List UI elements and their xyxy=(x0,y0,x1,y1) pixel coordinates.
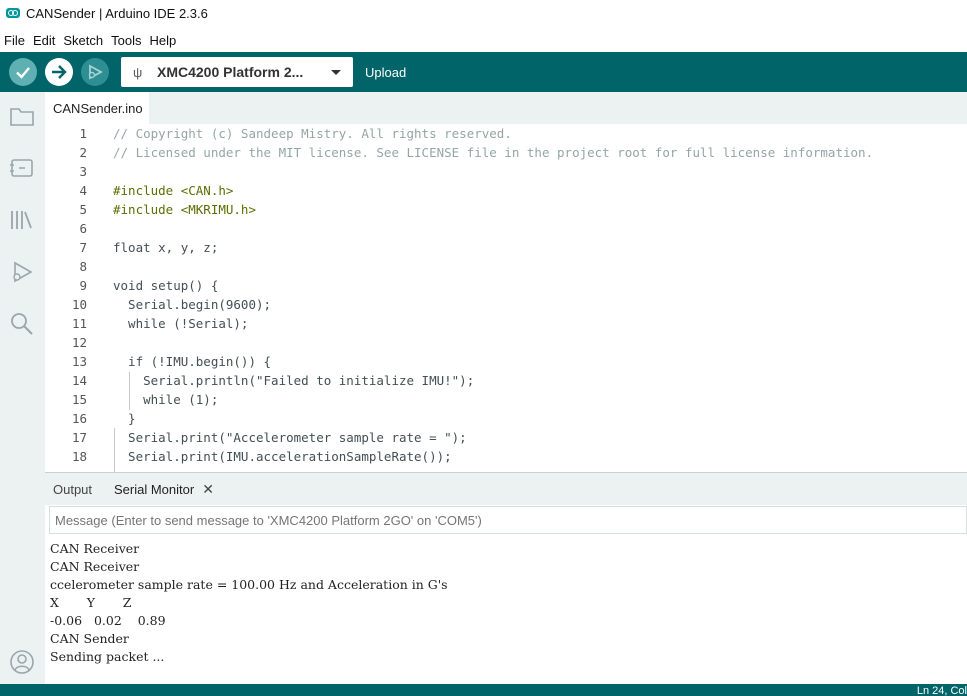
verify-button[interactable] xyxy=(9,58,37,86)
chevron-down-icon xyxy=(331,69,341,75)
status-bar: Ln 24, Col xyxy=(0,684,967,696)
code-line-9: 9 void setup() { xyxy=(79,278,219,293)
tab-label: CANSender.ino xyxy=(53,100,143,116)
code-line-14: 14 Serial.println("Failed to initialize … xyxy=(71,373,475,388)
sidebar xyxy=(0,92,45,684)
debug-button[interactable] xyxy=(81,58,109,86)
library-manager-icon[interactable] xyxy=(8,206,36,234)
code-line-10: 10 Serial.begin(9600); xyxy=(71,297,272,312)
menu-sketch[interactable]: Sketch xyxy=(63,33,103,48)
serial-line: ccelerometer sample rate = 100.00 Hz and… xyxy=(50,577,448,592)
serial-line: CAN Receiver xyxy=(50,541,140,556)
menu-help[interactable]: Help xyxy=(149,33,176,48)
toolbar: ψ XMC4200 Platform 2... Upload xyxy=(0,52,967,92)
code-editor[interactable]: 1// Copyright (c) Sandeep Mistry. All ri… xyxy=(45,124,967,472)
folder-icon[interactable] xyxy=(8,102,36,130)
tab-cansender[interactable]: CANSender.ino xyxy=(45,92,149,124)
serial-line: Sending packet ... xyxy=(50,649,165,664)
board-selector[interactable]: ψ XMC4200 Platform 2... xyxy=(121,57,353,87)
tab-output-label: Output xyxy=(53,481,93,497)
code-line-3: 3 xyxy=(79,164,87,179)
code-line-4: 4 #include <CAN.h> xyxy=(79,183,234,198)
serial-line: CAN Receiver xyxy=(50,559,140,574)
arduino-logo-icon xyxy=(6,8,20,18)
code-line-18: 18 Serial.print(IMU.accelerationSampleRa… xyxy=(71,449,452,464)
serial-line: -0.06 0.02 0.89 xyxy=(50,613,166,628)
usb-icon: ψ xyxy=(133,64,143,80)
upload-button[interactable] xyxy=(45,58,73,86)
cursor-position: Ln 24, Col xyxy=(916,685,967,696)
code-line-5: 5 #include <MKRIMU.h> xyxy=(79,202,256,217)
boards-manager-icon[interactable] xyxy=(8,154,36,182)
editor-tab-bar: CANSender.ino xyxy=(45,92,967,124)
menu-bar: File Edit Sketch Tools Help xyxy=(0,30,967,50)
serial-message-input[interactable] xyxy=(49,506,967,534)
checkmark-icon xyxy=(16,67,30,79)
code-line-13: 13 if (!IMU.begin()) { xyxy=(71,354,272,369)
upload-label: Upload xyxy=(365,64,407,80)
code-line-8: 8 xyxy=(79,259,87,274)
serial-line: X Y Z xyxy=(50,595,132,610)
code-line-1: 1// Copyright (c) Sandeep Mistry. All ri… xyxy=(79,126,512,141)
menu-edit[interactable]: Edit xyxy=(33,33,55,48)
tab-serial-monitor[interactable]: Serial Monitor ✕ xyxy=(114,473,214,505)
serial-line: CAN Sender xyxy=(50,631,129,646)
tab-output[interactable]: Output xyxy=(53,473,92,505)
menu-tools[interactable]: Tools xyxy=(111,33,141,48)
search-icon[interactable] xyxy=(8,310,36,338)
title-bar: CANSender | Arduino IDE 2.3.6 xyxy=(0,0,967,26)
window-title: CANSender | Arduino IDE 2.3.6 xyxy=(26,5,208,21)
code-line-16: 16 } xyxy=(71,411,136,426)
code-line-2: 2// Licensed under the MIT license. See … xyxy=(79,145,874,160)
tab-serial-monitor-label: Serial Monitor xyxy=(114,481,195,497)
close-icon[interactable]: ✕ xyxy=(202,481,214,498)
code-line-6: 6 xyxy=(79,221,87,236)
bottom-panel-tabs: Output Serial Monitor ✕ xyxy=(45,473,967,505)
code-line-11: 11 while (!Serial); xyxy=(71,316,249,331)
code-line-15: 15 while (1); xyxy=(71,392,219,407)
board-name: XMC4200 Platform 2... xyxy=(157,64,304,80)
menu-file[interactable]: File xyxy=(4,33,25,48)
debug-sidebar-icon[interactable] xyxy=(8,258,36,286)
code-line-7: 7 float x, y, z; xyxy=(79,240,219,255)
debug-icon xyxy=(88,64,103,80)
serial-monitor-output: CAN Receiver CAN Receiver ccelerometer s… xyxy=(45,538,967,684)
account-icon[interactable] xyxy=(8,648,36,676)
arrow-right-icon xyxy=(52,65,67,79)
code-line-17: 17 Serial.print("Accelerometer sample ra… xyxy=(71,430,467,445)
code-line-12: 12 xyxy=(71,335,87,350)
